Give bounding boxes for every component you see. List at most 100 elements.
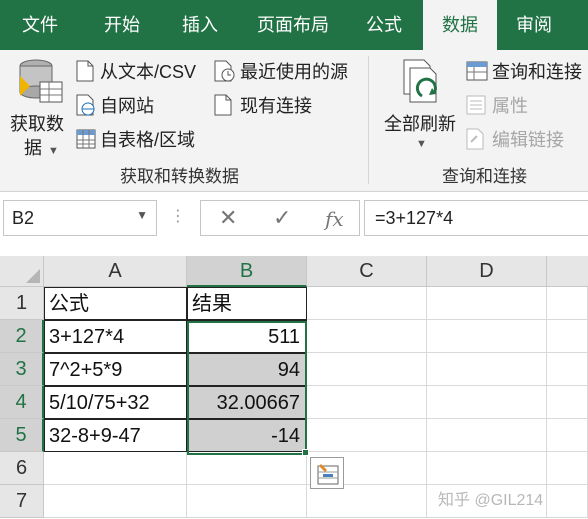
cell-d5[interactable] — [427, 419, 547, 452]
from-web-button[interactable]: 自网站 — [76, 92, 208, 118]
formula-bar: B2 ▼ ⋮ ✕ ✓ fx =3+127*4 — [0, 192, 588, 254]
row-header-5[interactable]: 5 — [0, 419, 44, 452]
refresh-all-button[interactable]: 全部刷新 ▼ — [380, 54, 462, 158]
document-icon — [76, 60, 94, 82]
from-web-label: 自网站 — [100, 96, 154, 116]
drag-handle-icon[interactable]: ⋮ — [170, 206, 186, 226]
tab-file[interactable]: 文件 — [4, 0, 76, 50]
cell-a4[interactable]: 5/10/75+32 — [44, 386, 187, 419]
cell-d6[interactable] — [427, 452, 547, 485]
select-all-corner[interactable] — [0, 256, 44, 287]
from-table-button[interactable]: 自表格/区域 — [76, 126, 208, 152]
row-header-4[interactable]: 4 — [0, 386, 44, 419]
cell-d1[interactable] — [427, 287, 547, 320]
row-header-3[interactable]: 3 — [0, 353, 44, 386]
group-label-get-transform: 获取和转换数据 — [120, 167, 239, 186]
cell-e3[interactable] — [547, 353, 588, 386]
cell-b6[interactable] — [187, 452, 307, 485]
tab-insert[interactable]: 插入 — [164, 0, 236, 50]
queries-connections-label: 查询和连接 — [492, 62, 582, 82]
cell-b3[interactable]: 94 — [187, 353, 307, 386]
column-header-a[interactable]: A — [44, 256, 187, 287]
cell-c1[interactable] — [307, 287, 427, 320]
cell-d3[interactable] — [427, 353, 547, 386]
cell-b2[interactable]: 511 — [187, 320, 307, 353]
watermark: 知乎 @GIL214 — [438, 492, 544, 509]
cell-b5[interactable]: -14 — [187, 419, 307, 452]
from-table-label: 自表格/区域 — [100, 130, 196, 150]
from-text-csv-label: 从文本/CSV — [100, 62, 197, 82]
cell-e6[interactable] — [547, 452, 588, 485]
cell-b4[interactable]: 32.00667 — [187, 386, 307, 419]
recent-sources-label: 最近使用的源 — [240, 62, 348, 82]
tab-formulas[interactable]: 公式 — [354, 0, 414, 50]
cell-e1[interactable] — [547, 287, 588, 320]
formula-text: =3+127*4 — [375, 208, 454, 228]
group-label-queries: 查询和连接 — [442, 167, 527, 186]
existing-connections-button[interactable]: 现有连接 — [214, 92, 334, 118]
edit-links-button[interactable]: 编辑链接 — [466, 126, 586, 152]
row-header-6[interactable]: 6 — [0, 452, 44, 485]
link-icon — [466, 128, 484, 150]
column-header-c[interactable]: C — [307, 256, 427, 287]
cancel-icon[interactable]: ✕ — [219, 205, 237, 231]
refresh-icon — [403, 59, 437, 103]
formula-buttons: ✕ ✓ fx — [200, 200, 360, 236]
properties-button[interactable]: 属性 — [466, 92, 566, 118]
formula-input[interactable]: =3+127*4 — [364, 200, 588, 236]
row-header-1[interactable]: 1 — [0, 287, 44, 320]
existing-connections-label: 现有连接 — [240, 96, 312, 116]
cell-e4[interactable] — [547, 386, 588, 419]
ribbon-tab-bar: 文件 开始 插入 页面布局 公式 数据 审阅 — [0, 0, 588, 50]
cell-d4[interactable] — [427, 386, 547, 419]
get-data-label-2: 据 ▼ — [24, 138, 59, 158]
get-data-button[interactable]: 获取数 据 ▼ — [4, 54, 74, 158]
ribbon-data: 获取数 据 ▼ 从文本/CSV 自网站 自表格/区域 最近使用的源 现有连接 获取… — [0, 50, 588, 192]
cell-b1[interactable]: 结果 — [187, 287, 307, 320]
properties-icon — [466, 95, 486, 115]
recent-sources-button[interactable]: 最近使用的源 — [214, 58, 354, 84]
column-header-e[interactable] — [547, 256, 588, 287]
name-box[interactable]: B2 ▼ — [3, 200, 157, 236]
refresh-all-label: 全部刷新 — [384, 114, 456, 134]
tab-page-layout[interactable]: 页面布局 — [244, 0, 342, 50]
row-header-7[interactable]: 7 — [0, 485, 44, 518]
cell-c5[interactable] — [307, 419, 427, 452]
properties-label: 属性 — [492, 96, 528, 116]
from-text-csv-button[interactable]: 从文本/CSV — [76, 58, 208, 84]
cell-a6[interactable] — [44, 452, 187, 485]
cell-b7[interactable] — [187, 485, 307, 518]
chevron-down-icon[interactable]: ▼ — [136, 208, 148, 222]
cell-d2[interactable] — [427, 320, 547, 353]
cell-c4[interactable] — [307, 386, 427, 419]
row-header-2[interactable]: 2 — [0, 320, 44, 353]
cell-e7[interactable] — [547, 485, 588, 518]
table-icon — [76, 129, 96, 149]
cell-a7[interactable] — [44, 485, 187, 518]
cell-a2[interactable]: 3+127*4 — [44, 320, 187, 353]
cell-e5[interactable] — [547, 419, 588, 452]
edit-links-label: 编辑链接 — [492, 130, 564, 150]
tab-review[interactable]: 审阅 — [504, 0, 564, 50]
ribbon-group-separator — [368, 56, 369, 184]
chevron-down-icon: ▼ — [48, 145, 59, 157]
queries-connections-button[interactable]: 查询和连接 — [466, 58, 588, 84]
quick-analysis-button[interactable] — [310, 457, 344, 489]
cell-a3[interactable]: 7^2+5*9 — [44, 353, 187, 386]
cell-a5[interactable]: 32-8+9-47 — [44, 419, 187, 452]
tab-home[interactable]: 开始 — [86, 0, 158, 50]
cell-c2[interactable] — [307, 320, 427, 353]
cell-e2[interactable] — [547, 320, 588, 353]
insert-function-icon[interactable]: fx — [325, 207, 344, 231]
clock-document-icon — [214, 60, 235, 82]
fill-handle[interactable] — [302, 449, 309, 456]
web-page-icon — [76, 94, 95, 116]
column-header-b[interactable]: B — [187, 256, 307, 287]
cell-c3[interactable] — [307, 353, 427, 386]
cell-c7[interactable] — [307, 485, 427, 518]
table-icon — [466, 61, 488, 81]
cell-a1[interactable]: 公式 — [44, 287, 187, 320]
tab-data[interactable]: 数据 — [423, 0, 497, 50]
enter-icon[interactable]: ✓ — [273, 205, 291, 231]
column-header-d[interactable]: D — [427, 256, 547, 287]
